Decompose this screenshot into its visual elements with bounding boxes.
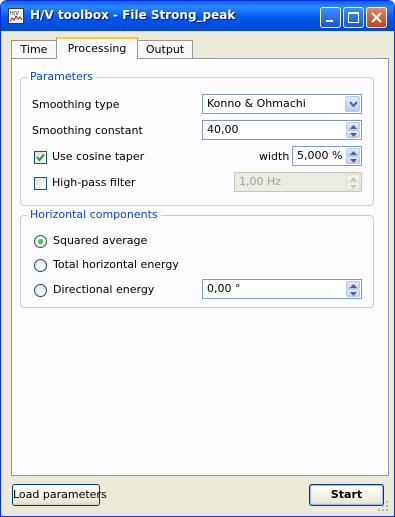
start-button[interactable]: Start — [309, 484, 384, 506]
window-title: H/V toolbox - File Strong_peak — [30, 8, 236, 22]
chevron-down-icon[interactable] — [345, 96, 360, 112]
minimize-button[interactable] — [320, 7, 341, 28]
smoothing-type-value: Konno & Ohmachi — [207, 97, 306, 110]
spin-up-icon[interactable] — [346, 148, 360, 156]
spin-up-icon — [346, 174, 360, 182]
spin-buttons — [346, 174, 360, 190]
spin-up-icon[interactable] — [346, 281, 360, 289]
cosine-taper-checkbox[interactable] — [34, 151, 47, 164]
squared-average-radio[interactable] — [34, 235, 47, 248]
horizontal-group-title: Horizontal components — [27, 208, 161, 221]
spin-buttons[interactable] — [346, 281, 360, 297]
svg-text:H/V: H/V — [10, 11, 19, 17]
maximize-button[interactable] — [343, 7, 364, 28]
high-pass-label[interactable]: High-pass filter — [52, 176, 136, 189]
directional-energy-label[interactable]: Directional energy — [53, 283, 154, 296]
squared-average-label[interactable]: Squared average — [53, 234, 147, 247]
spin-buttons[interactable] — [346, 148, 360, 164]
smoothing-constant-label: Smoothing constant — [32, 124, 143, 137]
radio-selected-icon — [38, 239, 43, 244]
spin-down-icon — [346, 182, 360, 190]
smoothing-type-select[interactable]: Konno & Ohmachi — [202, 94, 362, 114]
resize-grip-icon[interactable] — [377, 500, 389, 512]
load-parameters-button[interactable]: Load parameters — [12, 484, 107, 506]
close-button[interactable] — [366, 7, 387, 28]
high-pass-checkbox[interactable] — [34, 177, 47, 190]
window-client: Time Processing Output Parameters Smooth… — [4, 31, 391, 514]
spin-down-icon[interactable] — [346, 130, 360, 138]
tab-time[interactable]: Time — [11, 40, 57, 58]
total-horizontal-energy-radio[interactable] — [34, 259, 47, 272]
total-horizontal-energy-label[interactable]: Total horizontal energy — [53, 258, 179, 271]
spin-up-icon[interactable] — [346, 122, 360, 130]
direction-angle-value: 0,00 ° — [207, 282, 241, 295]
tab-processing[interactable]: Processing — [56, 37, 138, 59]
cosine-taper-label[interactable]: Use cosine taper — [52, 150, 144, 163]
processing-panel: Parameters Smoothing type Konno & Ohmach… — [11, 58, 389, 476]
horizontal-components-group: Horizontal components Squared average To… — [20, 208, 374, 308]
parameters-group: Parameters Smoothing type Konno & Ohmach… — [20, 70, 374, 206]
directional-energy-radio[interactable] — [34, 284, 47, 297]
title-bar[interactable]: H/V H/V toolbox - File Strong_peak — [1, 1, 394, 31]
high-pass-frequency-spinbox: 1,00 Hz — [234, 172, 362, 192]
taper-width-value: 5,000 % — [297, 149, 343, 162]
smoothing-constant-spinbox[interactable]: 40,00 — [202, 120, 362, 140]
taper-width-label: width — [259, 150, 290, 163]
high-pass-frequency-value: 1,00 Hz — [239, 175, 282, 188]
smoothing-constant-value: 40,00 — [207, 123, 239, 136]
spin-down-icon[interactable] — [346, 156, 360, 164]
tab-output[interactable]: Output — [137, 40, 193, 58]
parameters-group-title: Parameters — [27, 70, 96, 83]
app-icon: H/V — [8, 8, 24, 24]
spin-buttons[interactable] — [346, 122, 360, 138]
app-window: H/V H/V toolbox - File Strong_peak Time … — [0, 0, 395, 517]
smoothing-type-label: Smoothing type — [32, 98, 120, 111]
taper-width-spinbox[interactable]: 5,000 % — [292, 146, 362, 166]
spin-down-icon[interactable] — [346, 289, 360, 297]
direction-angle-spinbox[interactable]: 0,00 ° — [202, 279, 362, 299]
